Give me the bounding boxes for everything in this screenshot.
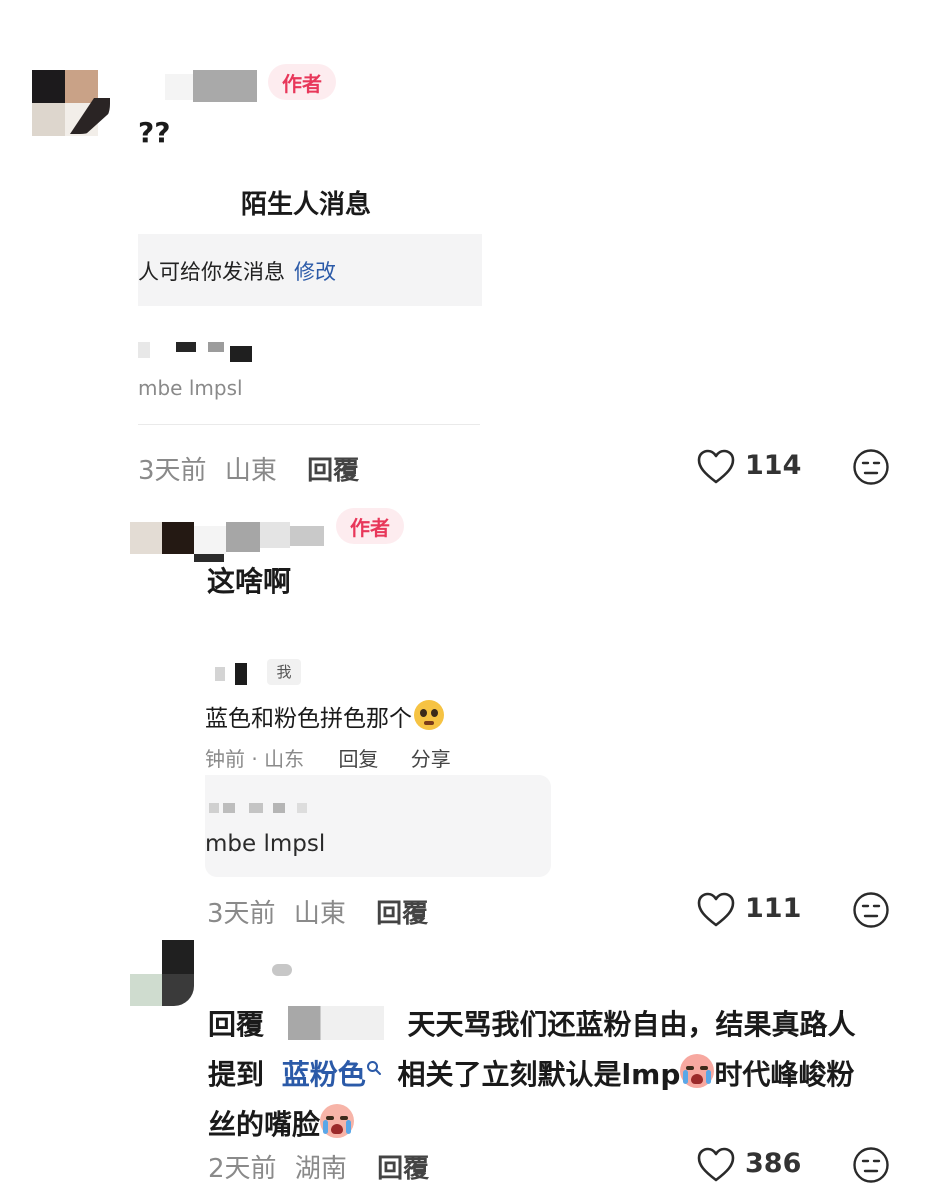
- quote-pixel-row: [205, 801, 315, 815]
- like-count: 386: [745, 1148, 802, 1179]
- heart-icon[interactable]: [696, 448, 736, 486]
- quote-title: 陌生人消息: [241, 190, 372, 220]
- quote-subtext: mbe lmpsl: [138, 376, 243, 400]
- neutral-face-icon[interactable]: [852, 448, 890, 486]
- heart-icon[interactable]: [696, 891, 736, 929]
- quote-pixel-row: [138, 338, 278, 364]
- neutral-face-icon[interactable]: [852, 1146, 890, 1184]
- username-blur[interactable]: [165, 68, 265, 102]
- reply-button[interactable]: 回覆: [376, 899, 428, 929]
- comment-meta: 2天前 湖南 回覆: [208, 1148, 429, 1185]
- quote-notice-box: 人可给你发消息 修改: [138, 234, 482, 306]
- comment-text: 这啥啊: [207, 565, 292, 598]
- comment-location: 山東: [293, 899, 346, 929]
- reply-button[interactable]: 回覆: [307, 456, 359, 486]
- reply-prefix: 回覆: [208, 1008, 265, 1041]
- quote-edit-link: 修改: [294, 260, 336, 284]
- quote-text: 蓝色和粉色拼色那个: [205, 699, 444, 733]
- comment-location: 山東: [224, 456, 277, 486]
- comment-location: 湖南: [294, 1154, 347, 1184]
- comment-time: 3天前: [207, 899, 276, 929]
- author-badge: 作者: [336, 508, 404, 544]
- mention-blur[interactable]: [287, 1006, 384, 1040]
- me-badge: 我: [267, 659, 301, 685]
- search-icon: [366, 1061, 381, 1075]
- comment-time: 2天前: [208, 1154, 277, 1184]
- avatar[interactable]: [130, 940, 196, 1006]
- crying-emoji-icon: [320, 1104, 355, 1138]
- crying-emoji-icon: [680, 1054, 715, 1088]
- pleading-emoji-icon: [414, 700, 444, 730]
- quote-pixel-name: [205, 663, 255, 689]
- reply-button[interactable]: 回覆: [377, 1154, 429, 1184]
- like-count: 111: [745, 893, 802, 924]
- comment-text: 回覆 天天骂我们还蓝粉自由，结果真路人 提到 蓝粉色 相关了立刻默认是lmp 时代…: [208, 1006, 856, 1141]
- quote-meta: 钟前 · 山东 回复 分享: [205, 747, 451, 771]
- like-count: 114: [745, 450, 802, 481]
- author-badge: 作者: [268, 64, 336, 100]
- quoted-screenshot: 陌生人消息 人可给你发消息 修改 mbe lmpsl: [138, 170, 483, 430]
- comment-meta: 3天前 山東 回覆: [207, 893, 428, 930]
- username-blur[interactable]: [232, 962, 296, 978]
- quote-subtext: mbe lmpsl: [205, 831, 326, 857]
- username-blur[interactable]: [226, 522, 324, 552]
- topic-link[interactable]: 蓝粉色: [282, 1058, 382, 1091]
- comment-time: 3天前: [138, 456, 207, 486]
- quoted-screenshot: 我 蓝色和粉色拼色那个 钟前 · 山东 回复 分享 mbe lmpsl: [205, 655, 555, 880]
- comment-text: ??: [138, 116, 171, 149]
- heart-icon[interactable]: [696, 1146, 736, 1184]
- neutral-face-icon[interactable]: [852, 891, 890, 929]
- comment-meta: 3天前 山東 回覆: [138, 450, 359, 487]
- quote-nested-box: mbe lmpsl: [205, 775, 551, 877]
- quote-notice: 人可给你发消息: [138, 260, 285, 284]
